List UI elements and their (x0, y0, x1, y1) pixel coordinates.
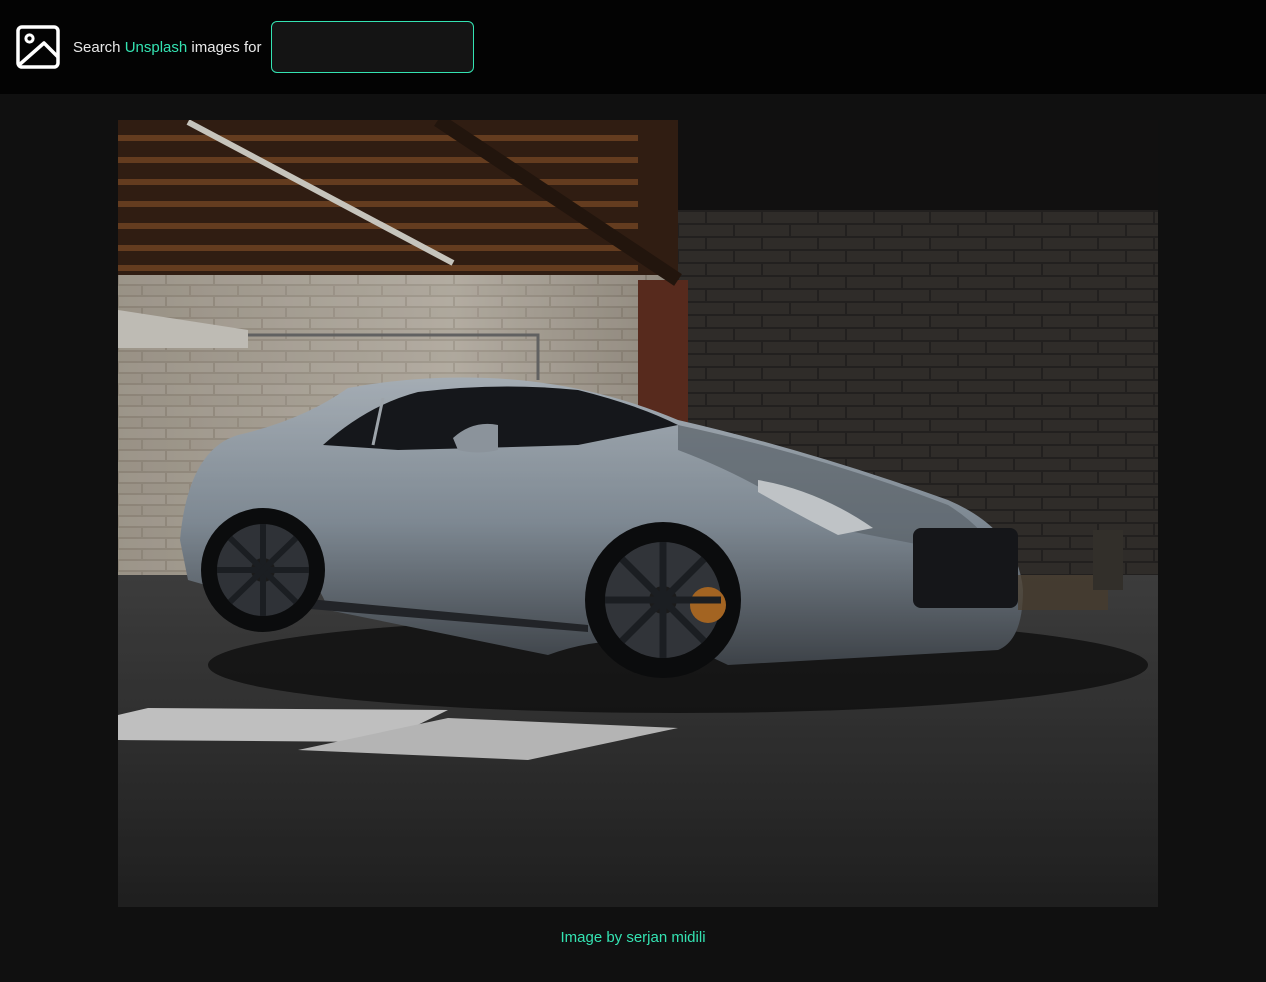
search-suffix: images for (191, 38, 262, 56)
result-image (118, 120, 1158, 907)
search-input[interactable] (271, 21, 475, 73)
search-label: Search Unsplash images for (73, 39, 261, 56)
image-icon (16, 23, 60, 71)
image-credit[interactable]: Image by serjan midili (0, 929, 1266, 946)
top-bar: Search Unsplash images for (0, 0, 1266, 94)
brand-name: Unsplash (124, 38, 188, 56)
search-prefix: Search (73, 38, 121, 56)
